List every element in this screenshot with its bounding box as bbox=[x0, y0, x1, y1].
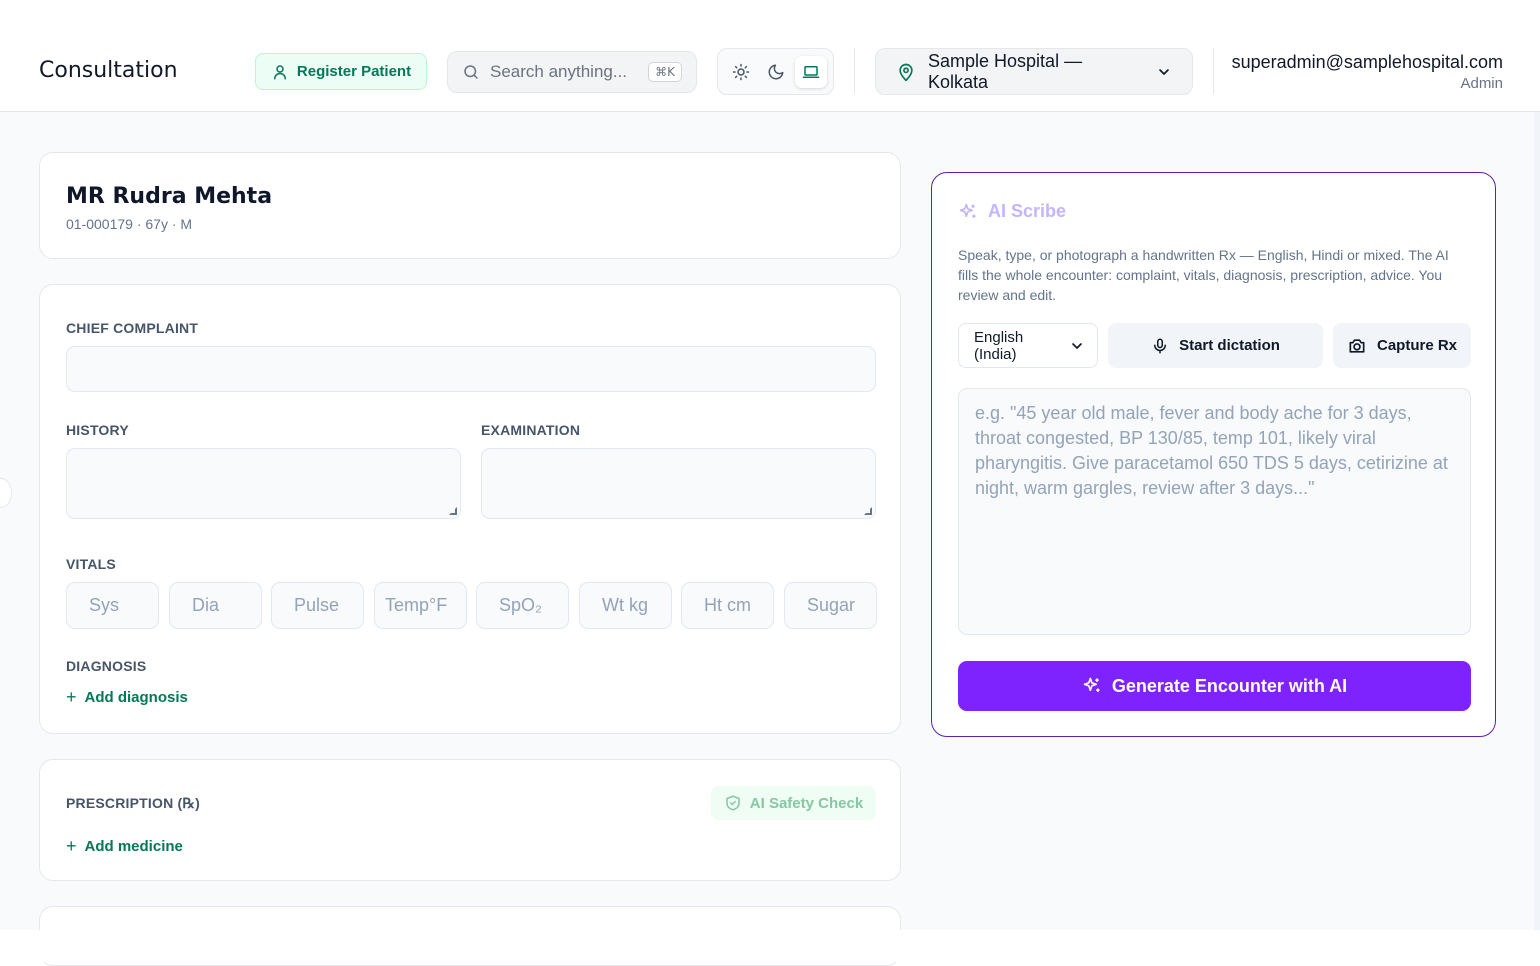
search-input[interactable]: Search anything... ⌘K bbox=[447, 51, 697, 93]
page-title: Consultation bbox=[39, 58, 178, 83]
dark-theme-button[interactable] bbox=[760, 56, 792, 88]
prescription-label: PRESCRIPTION (℞) bbox=[66, 795, 200, 811]
sun-icon bbox=[732, 63, 749, 80]
patient-meta: 01-000179 · 67y · M bbox=[66, 216, 193, 232]
shield-check-icon bbox=[726, 795, 740, 811]
moon-icon bbox=[768, 64, 783, 79]
examination-textarea[interactable] bbox=[481, 448, 876, 519]
history-textarea[interactable] bbox=[66, 448, 461, 519]
register-patient-label: Register Patient bbox=[296, 63, 412, 80]
plus-icon: + bbox=[66, 836, 77, 856]
chevron-down-icon bbox=[1159, 68, 1169, 75]
sparkles-icon bbox=[959, 203, 976, 218]
plus-icon: + bbox=[66, 687, 77, 707]
laptop-icon bbox=[802, 65, 819, 78]
vital-sys-input[interactable]: Sys bbox=[66, 582, 159, 629]
add-medicine-link[interactable]: + Add medicine bbox=[66, 836, 183, 857]
register-patient-button[interactable]: Register Patient bbox=[255, 53, 427, 90]
clinical-notes-card: CHIEF COMPLAINT HISTORY EXAMINATION VITA… bbox=[39, 284, 901, 734]
microphone-icon bbox=[1154, 338, 1167, 353]
chief-complaint-label: CHIEF COMPLAINT bbox=[66, 320, 199, 336]
examination-label: EXAMINATION bbox=[481, 422, 581, 438]
chevron-down-icon bbox=[1072, 342, 1082, 349]
vital-sugar-input[interactable]: Sugar bbox=[784, 582, 877, 629]
generate-encounter-label: Generate Encounter with AI bbox=[1111, 675, 1348, 696]
search-placeholder: Search anything... bbox=[490, 62, 628, 81]
search-icon bbox=[464, 65, 478, 79]
user-icon bbox=[273, 64, 286, 79]
start-dictation-label: Start dictation bbox=[1179, 337, 1280, 354]
ai-scribe-description: Speak, type, or photograph a handwritten… bbox=[958, 247, 1449, 303]
theme-toggle-group bbox=[717, 48, 834, 95]
ai-safety-check-button[interactable]: AI Safety Check bbox=[711, 786, 876, 820]
history-label: HISTORY bbox=[66, 422, 129, 438]
search-shortcut: ⌘K bbox=[648, 62, 682, 82]
system-theme-button[interactable] bbox=[794, 55, 827, 88]
scrollbar[interactable] bbox=[1534, 112, 1540, 930]
page-bottom bbox=[0, 930, 1540, 962]
top-header: Consultation Register Patient Search any… bbox=[0, 0, 1540, 112]
hospital-name: Sample Hospital — Kolkata bbox=[928, 50, 1083, 92]
resize-handle[interactable] bbox=[449, 507, 457, 515]
capture-rx-button[interactable]: Capture Rx bbox=[1333, 323, 1471, 368]
header-divider bbox=[1213, 48, 1214, 94]
capture-rx-label: Capture Rx bbox=[1376, 337, 1458, 354]
chief-complaint-input[interactable] bbox=[66, 346, 876, 392]
language-value: English (India) bbox=[974, 328, 1024, 363]
ai-safety-check-label: AI Safety Check bbox=[749, 794, 864, 812]
sparkles-icon bbox=[1083, 677, 1100, 692]
start-dictation-button[interactable]: Start dictation bbox=[1108, 323, 1323, 368]
prescription-card: PRESCRIPTION (℞) AI Safety Check + Add m… bbox=[39, 759, 901, 881]
vital-temp-input[interactable]: Temp°F bbox=[374, 582, 467, 629]
add-diagnosis-link[interactable]: + Add diagnosis bbox=[66, 687, 188, 708]
scribe-textarea[interactable]: e.g. "45 year old male, fever and body a… bbox=[958, 388, 1471, 635]
vital-dia-input[interactable]: Dia bbox=[169, 582, 262, 629]
header-divider bbox=[854, 48, 855, 94]
patient-card: MR Rudra Mehta 01-000179 · 67y · M bbox=[39, 152, 901, 259]
map-pin-icon bbox=[899, 63, 913, 81]
vital-spo2-input[interactable]: SpO₂ bbox=[476, 582, 569, 629]
ai-scribe-card: AI Scribe Speak, type, or photograph a h… bbox=[931, 172, 1496, 737]
generate-encounter-button[interactable]: Generate Encounter with AI bbox=[958, 661, 1471, 711]
resize-handle[interactable] bbox=[864, 507, 872, 515]
patient-name: MR Rudra Mehta bbox=[66, 184, 273, 209]
user-role: Admin bbox=[1460, 75, 1503, 92]
ai-scribe-title: AI Scribe bbox=[988, 201, 1067, 221]
vitals-label: VITALS bbox=[66, 556, 116, 572]
add-diagnosis-label: Add diagnosis bbox=[84, 689, 188, 706]
camera-icon bbox=[1349, 338, 1365, 353]
language-select[interactable]: English (India) bbox=[958, 323, 1098, 368]
vital-pulse-input[interactable]: Pulse bbox=[271, 582, 364, 629]
user-menu[interactable]: superadmin@samplehospital.com Admin bbox=[1232, 52, 1503, 92]
diagnosis-label: DIAGNOSIS bbox=[66, 658, 147, 674]
user-email: superadmin@samplehospital.com bbox=[1231, 52, 1503, 72]
add-medicine-label: Add medicine bbox=[84, 838, 183, 855]
light-theme-button[interactable] bbox=[725, 56, 757, 88]
ai-scribe-heading: AI Scribe bbox=[958, 201, 1066, 222]
vital-height-input[interactable]: Ht cm bbox=[681, 582, 774, 629]
hospital-selector[interactable]: Sample Hospital — Kolkata bbox=[875, 48, 1193, 95]
vital-weight-input[interactable]: Wt kg bbox=[579, 582, 672, 629]
